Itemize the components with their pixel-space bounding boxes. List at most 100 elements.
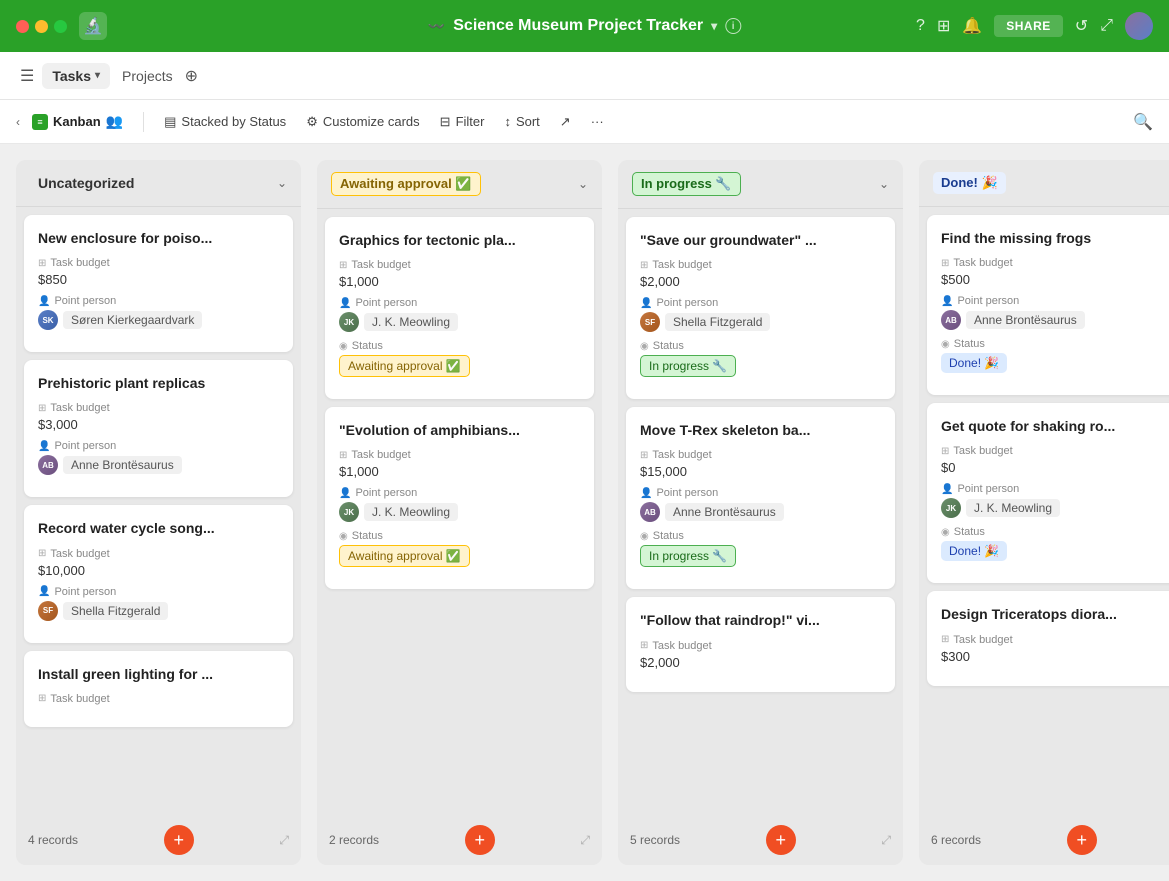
budget-value: $500 [941,272,1169,287]
status-badge: In progress 🔧 [640,355,736,377]
grid-icon[interactable]: ⊞ [937,16,950,36]
filter-button[interactable]: ⊟ Filter [432,110,493,134]
person-icon: 👤 [339,488,351,499]
tasks-button[interactable]: Tasks ▾ [42,63,110,89]
view-chevron-icon[interactable]: ‹ [16,115,20,129]
info-icon[interactable]: i [725,18,741,34]
column-header-awaiting: Awaiting approval ✅⌄ [317,160,602,209]
app-title-area: 〰️ Science Museum Project Tracker ▾ i [428,17,741,35]
budget-label-text: Task budget [351,449,410,461]
card-person-field: 👤 Point person JK J. K. Meowling [339,487,580,522]
minimize-button[interactable] [35,20,48,33]
table-row[interactable]: Find the missing frogs ⊞ Task budget $50… [927,215,1169,395]
expand-icon[interactable]: ⤢ [1100,17,1113,35]
add-record-button-uncategorized[interactable]: + [164,825,194,855]
column-body-inprogress: "Save our groundwater" ... ⊞ Task budget… [618,209,903,815]
add-record-button-done[interactable]: + [1067,825,1097,855]
budget-label: ⊞ Task budget [38,693,279,705]
add-record-button-inprogress[interactable]: + [766,825,796,855]
share-button[interactable]: SHARE [994,15,1063,37]
person-label-text: Point person [355,487,417,499]
budget-icon: ⊞ [38,693,46,704]
expand-column-icon[interactable]: ⤢ [881,833,891,848]
close-button[interactable] [16,20,29,33]
table-row[interactable]: New enclosure for poiso... ⊞ Task budget… [24,215,293,352]
table-row[interactable]: "Save our groundwater" ... ⊞ Task budget… [626,217,895,399]
add-record-button-awaiting[interactable]: + [465,825,495,855]
status-badge: Done! 🎉 [941,541,1007,561]
customize-cards-button[interactable]: ⚙ Customize cards [298,110,427,134]
column-footer-awaiting: 2 records+⤢ [317,815,602,865]
table-row[interactable]: Get quote for shaking ro... ⊞ Task budge… [927,403,1169,583]
app-title: Science Museum Project Tracker [453,17,703,35]
table-row[interactable]: Graphics for tectonic pla... ⊞ Task budg… [325,217,594,399]
budget-value: $2,000 [640,655,881,670]
budget-value: $850 [38,272,279,287]
more-icon: ··· [591,114,604,129]
card-title: "Save our groundwater" ... [640,231,881,249]
table-row[interactable]: Prehistoric plant replicas ⊞ Task budget… [24,360,293,497]
records-count: 6 records [931,833,981,847]
status-badge: Awaiting approval ✅ [339,545,470,567]
card-status-field: ◉ Status Awaiting approval ✅ [339,340,580,377]
table-row[interactable]: "Follow that raindrop!" vi... ⊞ Task bud… [626,597,895,691]
expand-column-icon[interactable]: ⤢ [580,833,590,848]
card-budget-field: ⊞ Task budget $10,000 [38,548,279,578]
card-title: "Evolution of amphibians... [339,421,580,439]
column-chevron-uncategorized[interactable]: ⌄ [277,176,287,190]
budget-label-text: Task budget [50,257,109,269]
person-name: Anne Brontësaurus [966,311,1085,329]
projects-button[interactable]: Projects [114,63,181,89]
user-avatar[interactable] [1125,12,1153,40]
card-budget-field: ⊞ Task budget $1,000 [339,259,580,289]
budget-value: $2,000 [640,274,881,289]
table-row[interactable]: Design Triceratops diora... ⊞ Task budge… [927,591,1169,685]
table-row[interactable]: Install green lighting for ... ⊞ Task bu… [24,651,293,727]
budget-label-text: Task budget [652,449,711,461]
title-dropdown-icon[interactable]: ▾ [711,19,717,33]
help-icon[interactable]: ? [916,17,925,35]
person-label: 👤 Point person [339,297,580,309]
budget-label: ⊞ Task budget [640,640,881,652]
search-icon[interactable]: 🔍 [1133,112,1153,132]
budget-label: ⊞ Task budget [339,259,580,271]
column-header-inprogress: In progress 🔧⌄ [618,160,903,209]
card-person-field: 👤 Point person SK Søren Kierkegaardvark [38,295,279,330]
expand-column-icon[interactable]: ⤢ [279,833,289,848]
budget-label-text: Task budget [953,634,1012,646]
table-row[interactable]: Record water cycle song... ⊞ Task budget… [24,505,293,642]
column-status-label-done: Done! 🎉 [933,172,1006,194]
card-person-field: 👤 Point person JK J. K. Meowling [339,297,580,332]
budget-icon: ⊞ [941,258,949,269]
budget-value: $1,000 [339,464,580,479]
sort-button[interactable]: ↕ Sort [496,110,547,133]
budget-icon: ⊞ [640,260,648,271]
divider [143,112,144,132]
person-label-text: Point person [54,440,116,452]
person-label: 👤 Point person [38,586,279,598]
menu-icon[interactable]: ☰ [16,62,38,90]
refresh-icon[interactable]: ↺ [1075,16,1088,36]
person-label-text: Point person [355,297,417,309]
more-options-button[interactable]: ··· [583,110,612,133]
records-count: 4 records [28,833,78,847]
sort-icon: ↕ [504,114,511,129]
maximize-button[interactable] [54,20,67,33]
add-view-icon[interactable]: ⊕ [185,66,198,86]
export-button[interactable]: ↗ [552,110,579,134]
bell-icon[interactable]: 🔔 [962,16,982,36]
status-icon: ◉ [941,339,950,350]
budget-icon: ⊞ [941,446,949,457]
card-title: Design Triceratops diora... [941,605,1169,623]
column-chevron-awaiting[interactable]: ⌄ [578,177,588,191]
stacked-by-status-button[interactable]: ▤ Stacked by Status [156,110,294,134]
kanban-view-button[interactable]: ≡ Kanban 👥 [24,109,131,134]
table-row[interactable]: Move T-Rex skeleton ba... ⊞ Task budget … [626,407,895,589]
column-status-label-uncategorized: Uncategorized [30,172,142,194]
column-header-uncategorized: Uncategorized ⌄ [16,160,301,207]
status-label: ◉ Status [941,526,1169,538]
table-row[interactable]: "Evolution of amphibians... ⊞ Task budge… [325,407,594,589]
person-value: AB Anne Brontësaurus [38,455,279,475]
column-chevron-inprogress[interactable]: ⌄ [879,177,889,191]
status-icon: ◉ [640,531,649,542]
